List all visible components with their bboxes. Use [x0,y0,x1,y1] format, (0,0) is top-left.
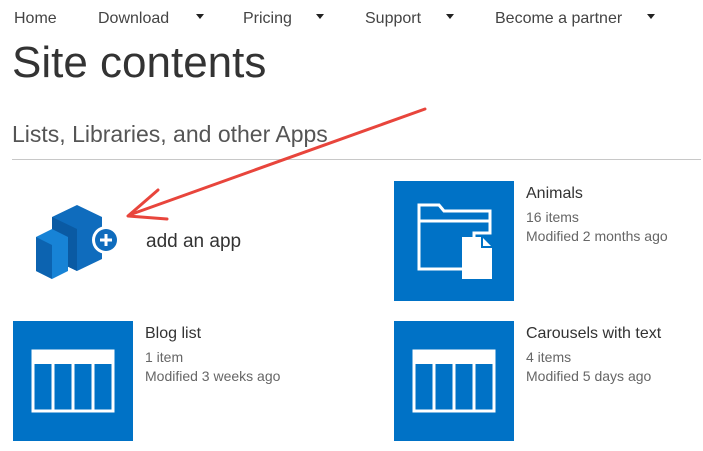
tile-blog-list-info: Blog list 1 item Modified 3 weeks ago [145,325,345,384]
nav-item-download[interactable]: Download [98,10,169,28]
nav-item-home[interactable]: Home [14,10,57,28]
tile-blog-list-icon-button[interactable] [13,321,133,441]
tile-carousels-item-count: 4 items [526,349,572,365]
tile-carousels-icon-button[interactable] [394,321,514,441]
tile-blog-list-modified: Modified 3 weeks ago [145,368,281,384]
tile-animals-modified: Modified 2 months ago [526,228,668,244]
nav-item-become-a-partner[interactable]: Become a partner [495,10,622,28]
section-divider [12,159,701,160]
support-dropdown-icon[interactable] [446,14,454,19]
tile-carousels-name-link[interactable]: Carousels with text [526,325,703,343]
add-an-app-label: add an app [146,231,242,252]
tile-animals-icon-button[interactable] [394,181,514,301]
tile-carousels-info: Carousels with text 4 items Modified 5 d… [526,325,703,384]
top-navigation: Home Download Pricing Support Become a p… [0,0,703,38]
tile-carousels-modified: Modified 5 days ago [526,368,652,384]
pricing-dropdown-icon[interactable] [316,14,324,19]
page-title: Site contents [12,38,267,87]
nav-item-support[interactable]: Support [365,10,421,28]
section-heading: Lists, Libraries, and other Apps [12,121,328,147]
tile-blog-list-item-count: 1 item [145,349,184,365]
download-dropdown-icon[interactable] [196,14,204,19]
list-table-icon [31,349,115,413]
folder-document-icon [417,203,492,279]
tile-animals-info: Animals 16 items Modified 2 months ago [526,185,703,244]
add-an-app-button[interactable]: add an app [30,195,310,290]
become-a-partner-dropdown-icon[interactable] [647,14,655,19]
app-cubes-plus-icon [36,205,120,279]
tile-animals-item-count: 16 items [526,209,579,225]
list-table-icon [412,349,496,413]
tile-blog-list-name-link[interactable]: Blog list [145,325,345,343]
tile-animals-name-link[interactable]: Animals [526,185,703,203]
nav-item-pricing[interactable]: Pricing [243,10,292,28]
